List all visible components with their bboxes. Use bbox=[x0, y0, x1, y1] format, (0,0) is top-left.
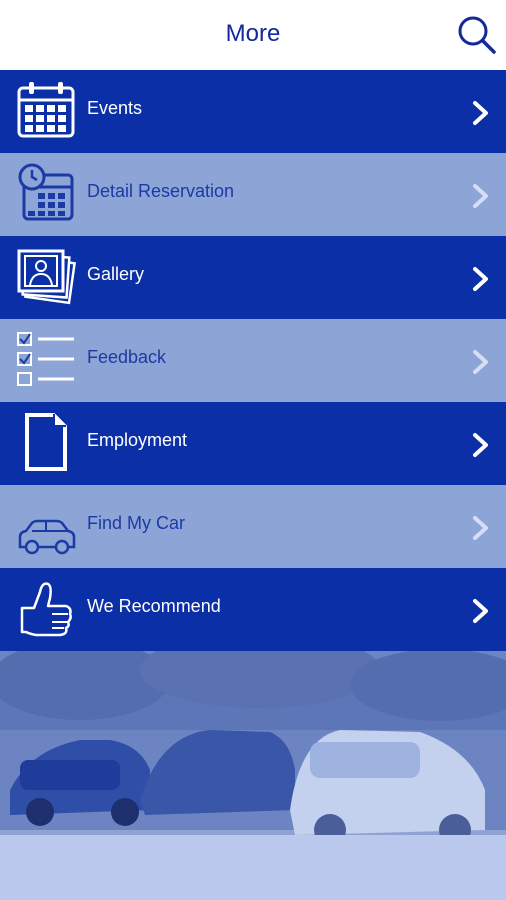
menu-item-label: Employment bbox=[87, 430, 188, 450]
menu-item-feedback[interactable]: Feedback bbox=[0, 319, 506, 402]
calendar-icon bbox=[16, 80, 76, 140]
app-screen: More Events Detail Reservation Gallery F… bbox=[0, 0, 506, 900]
menu-item-label: Feedback bbox=[87, 347, 167, 367]
menu-item-label: We Recommend bbox=[87, 596, 221, 616]
chevron-right-icon bbox=[472, 432, 490, 458]
menu-list: Events Detail Reservation Gallery Feedba… bbox=[0, 70, 506, 651]
menu-item-employment[interactable]: Employment bbox=[0, 402, 506, 485]
menu-item-we-recommend[interactable]: We Recommend bbox=[0, 568, 506, 651]
photo-gallery-icon bbox=[16, 246, 76, 306]
search-icon bbox=[458, 16, 496, 54]
chevron-right-icon bbox=[472, 598, 490, 624]
menu-item-detail-reservation[interactable]: Detail Reservation bbox=[0, 153, 506, 236]
chevron-right-icon bbox=[472, 515, 490, 541]
page-title: More bbox=[225, 20, 281, 47]
calendar-clock-icon bbox=[16, 163, 76, 223]
menu-item-label: Events bbox=[87, 98, 143, 118]
menu-item-gallery[interactable]: Gallery bbox=[0, 236, 506, 319]
car-icon bbox=[16, 495, 76, 555]
chevron-right-icon bbox=[472, 100, 490, 126]
chevron-right-icon bbox=[472, 183, 490, 209]
checklist-icon bbox=[16, 329, 76, 389]
menu-item-label: Detail Reservation bbox=[87, 181, 235, 201]
menu-item-find-my-car[interactable]: Find My Car bbox=[0, 485, 506, 568]
chevron-right-icon bbox=[472, 349, 490, 375]
thumbs-up-icon bbox=[16, 578, 76, 638]
top-bar: More bbox=[0, 0, 506, 70]
menu-item-label: Gallery bbox=[87, 264, 145, 284]
search-button[interactable] bbox=[456, 14, 498, 56]
document-icon bbox=[16, 412, 76, 472]
menu-item-label: Find My Car bbox=[87, 513, 186, 533]
menu-item-events[interactable]: Events bbox=[0, 70, 506, 153]
chevron-right-icon bbox=[472, 266, 490, 292]
